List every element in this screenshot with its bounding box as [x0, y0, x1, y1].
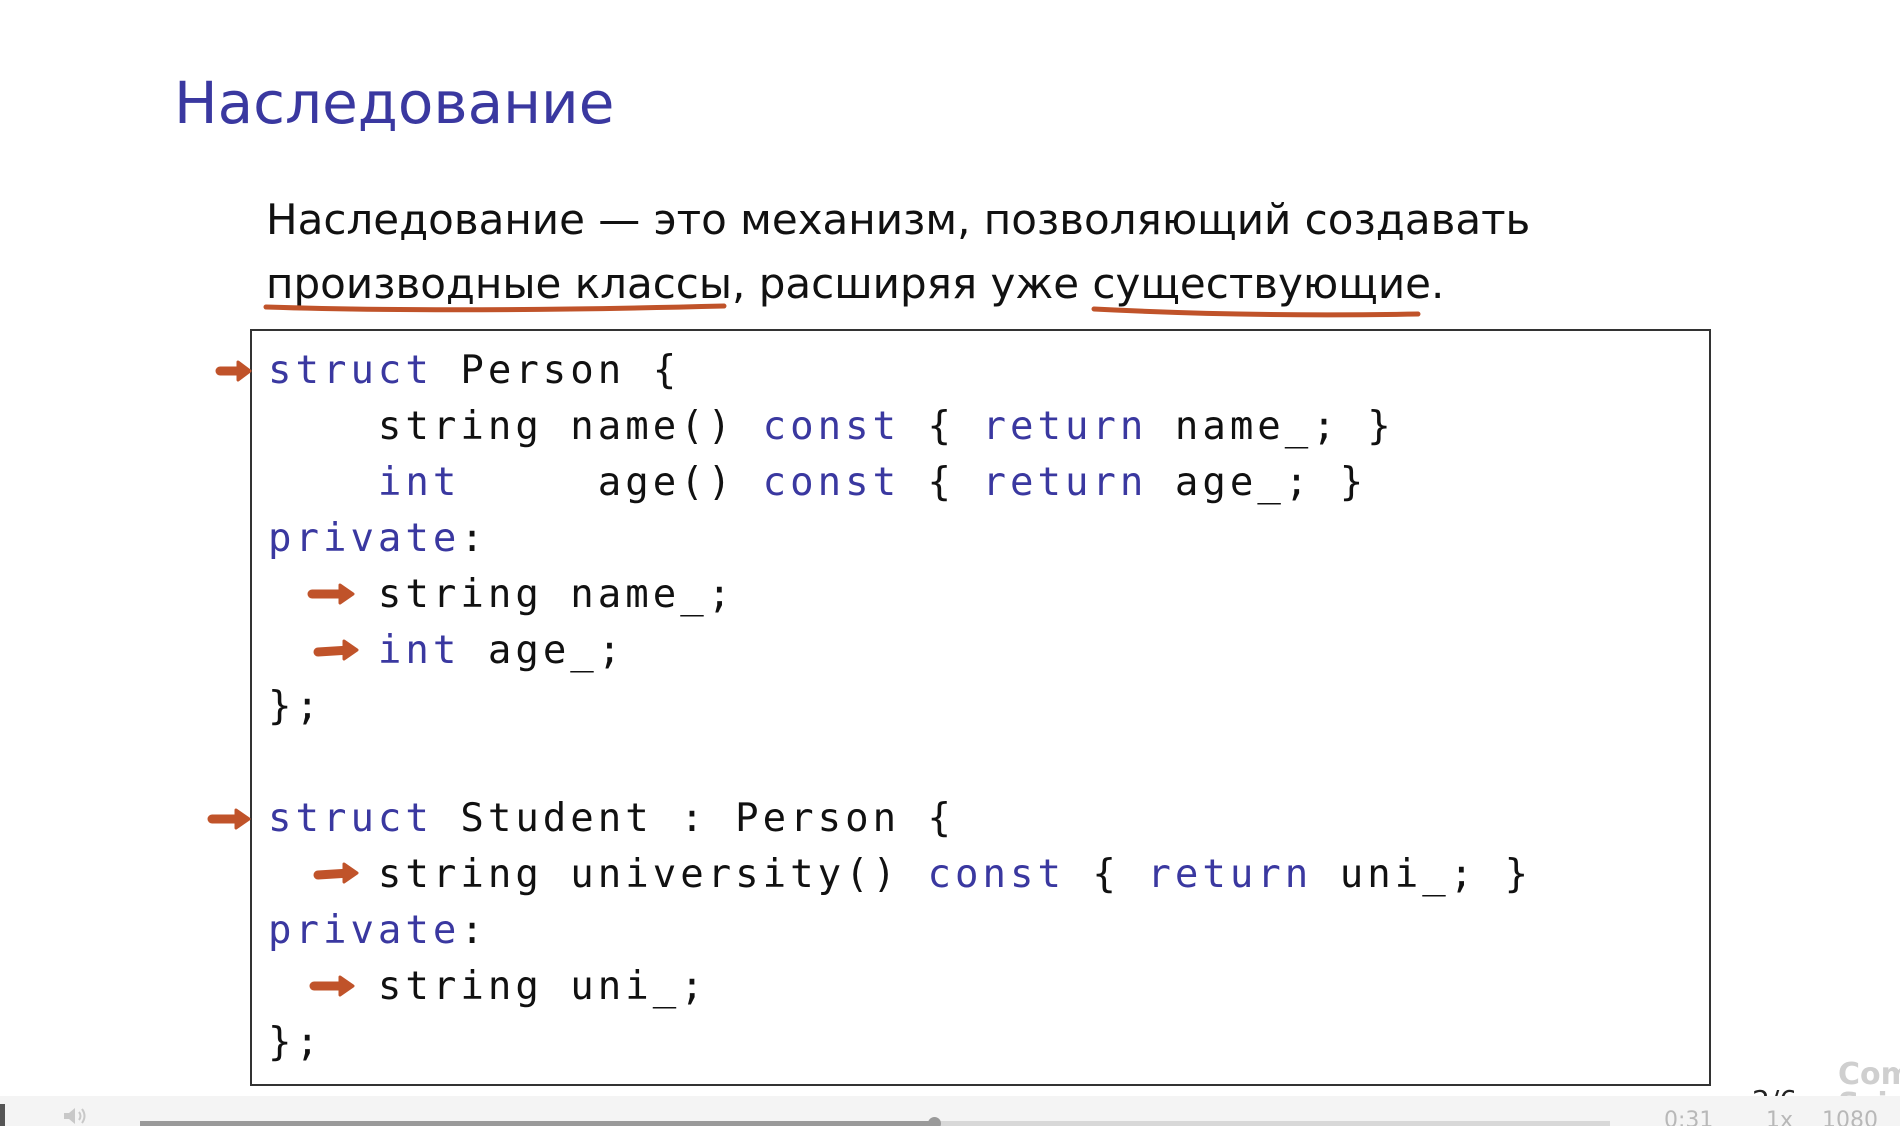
- progress-thumb[interactable]: [927, 1117, 941, 1126]
- intro-line-2: производные классы, расширяя уже существ…: [266, 252, 1766, 316]
- play-button-edge[interactable]: [0, 1104, 5, 1126]
- code-keyword: private: [268, 908, 461, 953]
- slide-title: Наследование: [174, 68, 615, 137]
- code-line: string university() const { return uni_;…: [268, 847, 1532, 903]
- volume-icon[interactable]: [62, 1106, 88, 1126]
- code-text: {: [1064, 852, 1148, 897]
- code-text: string name_;: [268, 572, 736, 617]
- code-text: };: [268, 684, 323, 729]
- code-line: };: [268, 1015, 1532, 1071]
- intro-line-1: Наследование — это механизм, позволяющий…: [266, 195, 1531, 244]
- code-keyword: return: [982, 404, 1148, 449]
- code-keyword: return: [982, 460, 1148, 505]
- code-text: age_;: [460, 628, 626, 673]
- code-line: struct Student : Person {: [268, 791, 1532, 847]
- code-keyword: return: [1147, 852, 1313, 897]
- code-line: int age_;: [268, 623, 1532, 679]
- code-keyword: const: [927, 852, 1065, 897]
- arrow-head: [234, 808, 251, 830]
- code-keyword: struct: [268, 348, 433, 393]
- code-line: int age() const { return age_; }: [268, 455, 1532, 511]
- code-text: string university(): [268, 852, 928, 897]
- code-text: age(): [460, 460, 763, 505]
- code-line: };: [268, 679, 1532, 735]
- intro-period: .: [1430, 259, 1445, 308]
- code-text: {: [900, 404, 983, 449]
- intro-term-derived-classes: производные классы: [266, 259, 733, 308]
- code-text: :: [460, 516, 488, 561]
- code-keyword: private: [268, 516, 461, 561]
- code-text: string uni_;: [268, 964, 708, 1009]
- progress-fill: [140, 1121, 934, 1126]
- code-text: name_; }: [1147, 404, 1395, 449]
- code-keyword: const: [762, 404, 901, 449]
- code-text: uni_; }: [1312, 852, 1533, 897]
- code-keyword: int: [377, 460, 461, 505]
- intro-term-existing: существующие: [1092, 259, 1431, 308]
- code-text: {: [900, 460, 983, 505]
- code-line: string name_;: [268, 567, 1532, 623]
- code-keyword: int: [377, 628, 461, 673]
- code-text: };: [268, 1020, 323, 1065]
- slide-intro: Наследование — это механизм, позволяющий…: [266, 188, 1766, 316]
- code-line: struct Person {: [268, 343, 1532, 399]
- code-block: struct Person { string name() const { re…: [268, 343, 1532, 1071]
- code-keyword: const: [762, 460, 901, 505]
- code-text: age_; }: [1147, 460, 1368, 505]
- code-line: string uni_;: [268, 959, 1532, 1015]
- code-text: :: [460, 908, 488, 953]
- time-label: 0:31: [1664, 1108, 1714, 1126]
- code-line: string name() const { return name_; }: [268, 399, 1532, 455]
- code-text: Student : Person {: [432, 796, 956, 841]
- code-line: private:: [268, 511, 1532, 567]
- code-keyword: struct: [268, 796, 433, 841]
- speed-button[interactable]: 1x: [1766, 1108, 1793, 1126]
- quality-button[interactable]: 1080: [1822, 1108, 1878, 1126]
- code-text: Person {: [432, 348, 681, 393]
- progress-bar[interactable]: [140, 1117, 1610, 1126]
- arrow-head: [236, 360, 252, 382]
- intro-text: , расширяя уже: [732, 259, 1093, 308]
- code-line: private:: [268, 903, 1532, 959]
- code-text: string name(): [268, 404, 763, 449]
